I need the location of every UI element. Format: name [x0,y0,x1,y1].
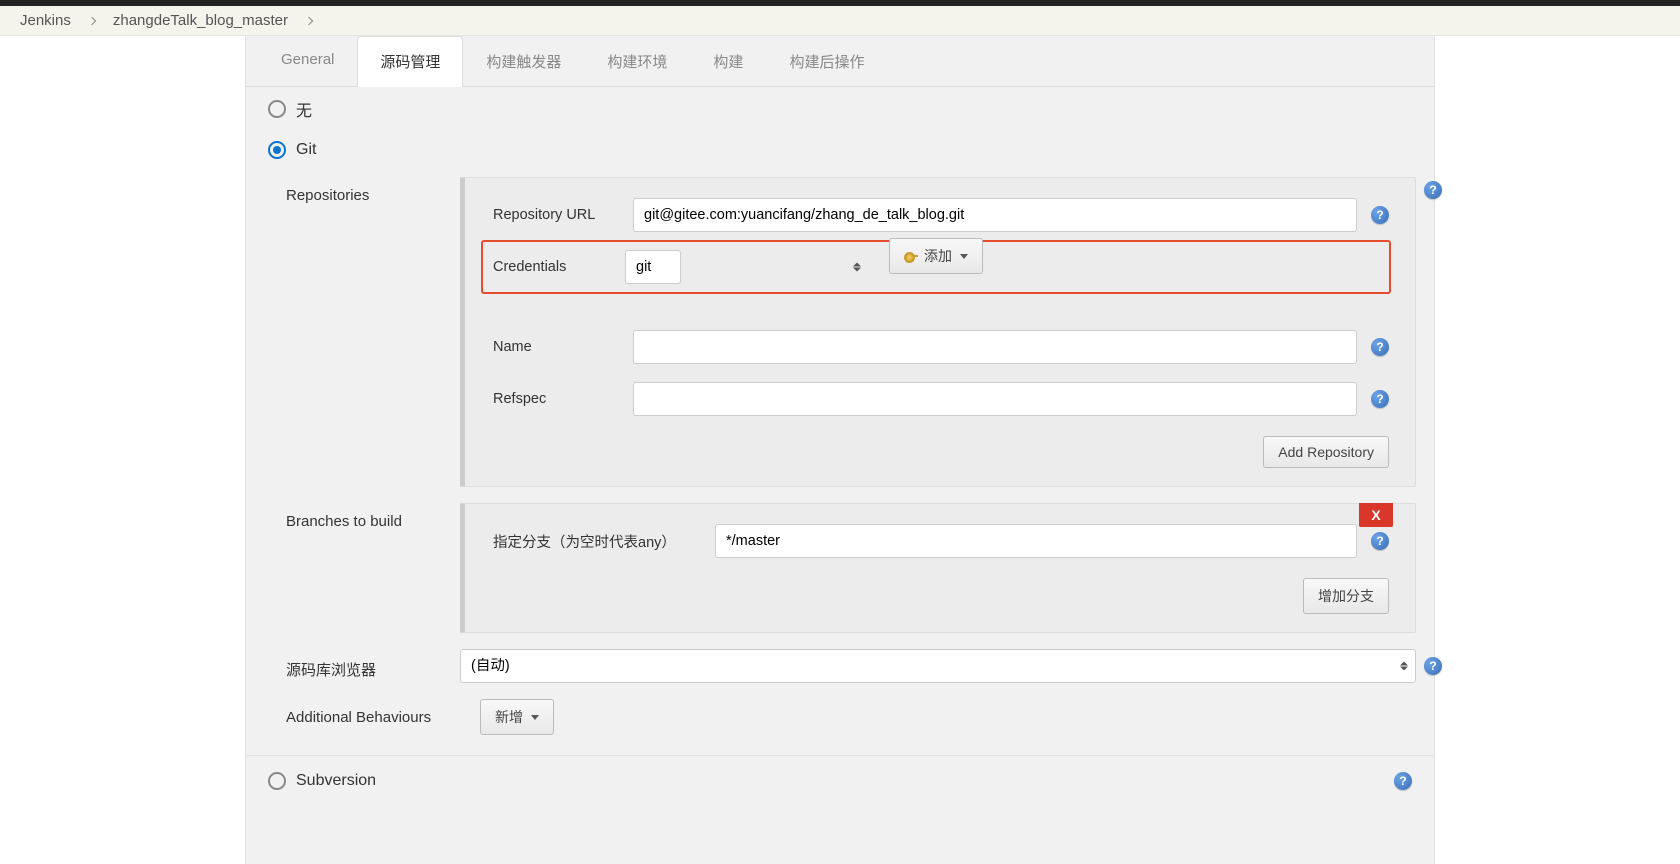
caret-down-icon [531,715,539,720]
caret-down-icon [960,254,968,259]
key-icon [904,251,918,261]
scm-none-label: 无 [296,97,312,121]
scm-option-none[interactable]: 无 [246,87,1434,131]
tab-build[interactable]: 构建 [690,36,766,86]
chevron-right-icon [88,16,96,24]
refspec-label: Refspec [493,391,621,407]
credentials-add-row: 添加 [889,238,983,274]
scm-option-subversion[interactable]: Subversion ? [246,755,1434,800]
breadcrumb-job[interactable]: zhangdeTalk_blog_master [113,12,288,29]
repository-block: Repository URL ? Credentials git [460,177,1416,487]
add-branch-text: 增加分支 [1318,586,1374,606]
branch-spec-row: 指定分支（为空时代表any） ? [493,524,1389,558]
repo-block-footer: Add Repository [493,436,1389,468]
add-branch-button[interactable]: 增加分支 [1303,578,1389,614]
additional-section: Additional Behaviours 新增 [246,691,1434,743]
radio-subversion[interactable] [268,772,286,790]
repo-url-input[interactable] [633,198,1357,232]
refspec-input[interactable] [633,382,1357,416]
repo-browser-section: 源码库浏览器 ? (自动) [246,641,1434,691]
refspec-row: Refspec ? [493,382,1389,416]
repositories-section: Repositories ? Repository URL ? Credenti… [246,169,1434,495]
help-icon[interactable]: ? [1371,338,1389,356]
branches-section: Branches to build X 指定分支（为空时代表any） ? 增加分… [246,495,1434,641]
scm-option-git[interactable]: Git [246,131,1434,169]
repo-name-row: Name ? [493,330,1389,364]
tab-post[interactable]: 构建后操作 [766,36,887,86]
scm-subversion-label: Subversion [296,772,376,790]
content-panel: General 源码管理 构建触发器 构建环境 构建 构建后操作 源码管理 无 … [245,36,1435,864]
branch-spec-input[interactable] [715,524,1357,558]
branch-block: X 指定分支（为空时代表any） ? 增加分支 [460,503,1416,633]
branches-label: Branches to build [286,503,446,530]
tab-general[interactable]: General [258,36,357,86]
chevron-right-icon [305,16,313,24]
tab-scm[interactable]: 源码管理 [357,36,463,87]
help-icon[interactable]: ? [1371,206,1389,224]
credentials-label: Credentials [493,259,613,275]
radio-none[interactable] [268,100,286,118]
repo-browser-label: 源码库浏览器 [286,649,446,680]
repo-name-label: Name [493,339,621,355]
add-behaviour-text: 新增 [495,707,523,727]
add-credentials-button[interactable]: 添加 [889,238,983,274]
add-repository-button[interactable]: Add Repository [1263,436,1389,468]
tab-triggers[interactable]: 构建触发器 [463,36,584,86]
page-container: General 源码管理 构建触发器 构建环境 构建 构建后操作 源码管理 无 … [0,36,1680,864]
additional-label: Additional Behaviours [286,699,466,726]
repo-url-row: Repository URL ? [493,198,1389,232]
select-arrows-icon [853,263,861,272]
add-repo-text: Add Repository [1278,444,1374,460]
add-behaviour-button[interactable]: 新增 [480,699,554,735]
help-icon[interactable]: ? [1424,181,1442,199]
add-cred-text: 添加 [924,246,952,266]
branch-spec-label: 指定分支（为空时代表any） [493,531,703,552]
help-icon[interactable]: ? [1371,532,1389,550]
branch-block-footer: 增加分支 [493,578,1389,614]
help-icon[interactable]: ? [1371,390,1389,408]
repo-browser-select[interactable]: (自动) [460,649,1416,683]
scm-git-label: Git [296,141,316,159]
credentials-select[interactable]: git [625,250,681,284]
breadcrumb-root[interactable]: Jenkins [20,12,71,29]
breadcrumb: Jenkins zhangdeTalk_blog_master [0,6,1680,36]
repo-name-input[interactable] [633,330,1357,364]
tab-env[interactable]: 构建环境 [584,36,690,86]
radio-git[interactable] [268,141,286,159]
repositories-label: Repositories [286,177,446,204]
repo-url-label: Repository URL [493,207,621,223]
help-icon[interactable]: ? [1394,772,1412,790]
body-area: 源码管理 无 Git Repositories ? Repository URL [246,75,1434,820]
help-icon[interactable]: ? [1424,657,1442,675]
config-tabs: General 源码管理 构建触发器 构建环境 构建 构建后操作 [246,36,1434,87]
